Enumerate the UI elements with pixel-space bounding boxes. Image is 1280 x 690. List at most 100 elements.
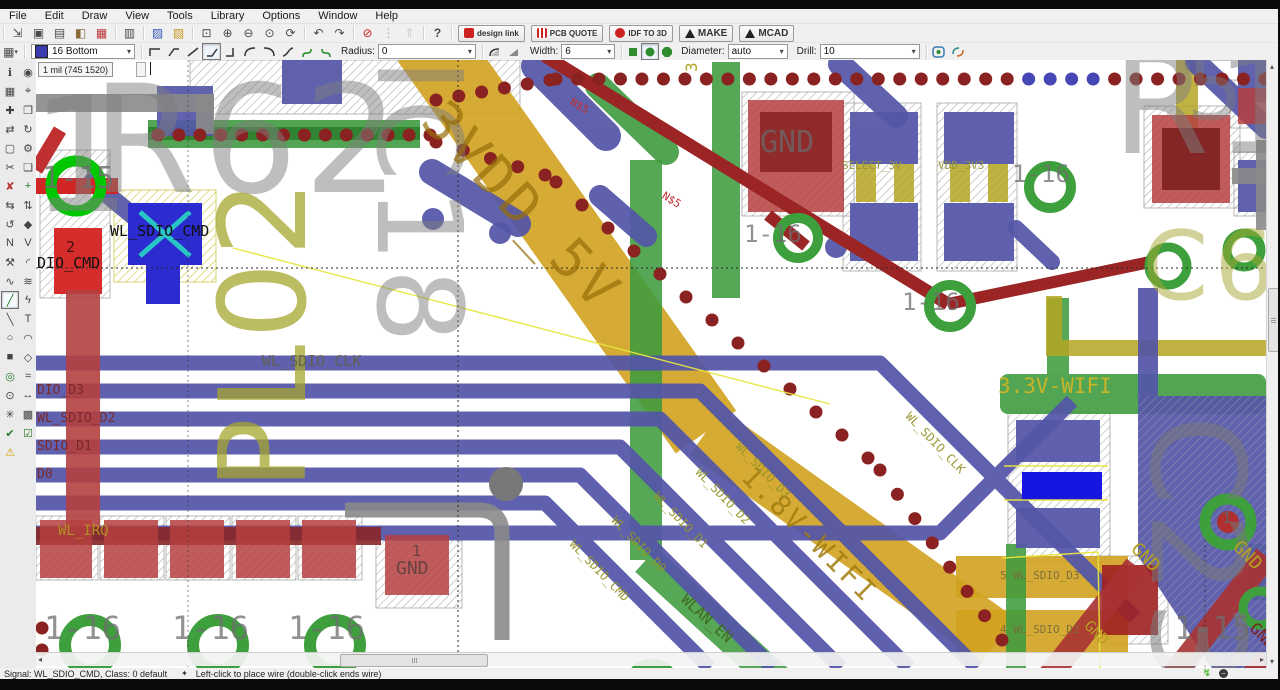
undo-icon[interactable]: ↶ (308, 24, 329, 42)
wire-tool[interactable]: ╲ (1, 310, 19, 328)
mcad-button[interactable]: MCAD (739, 24, 795, 42)
switch-sheet-icon[interactable]: ▧ (168, 24, 189, 42)
drc-ok-icon[interactable]: ↯ (1203, 668, 1211, 679)
zoom-fit-icon[interactable]: ⊡ (196, 24, 217, 42)
cam-processor-icon[interactable]: ◧ (70, 24, 91, 42)
run-ulp-icon[interactable]: ⇑ (399, 24, 420, 42)
board-canvas[interactable]: 1 R62 IC18 PL02 R10 5 C23 C6 WL_SDIO_CMD… (36, 60, 1266, 668)
miter-tool[interactable]: ◜ (19, 253, 37, 271)
menu-file[interactable]: File (0, 10, 36, 22)
print-icon[interactable]: ▤ (49, 24, 70, 42)
menu-options[interactable]: Options (253, 10, 309, 22)
gateswap-tool[interactable]: ⇅ (19, 196, 37, 214)
idf-to-3d-button[interactable]: IDF TO 3D (609, 24, 673, 42)
selected-wire-segment[interactable] (1022, 472, 1102, 500)
drill-input[interactable]: 10 ▾ (819, 44, 920, 59)
command-line-caret[interactable] (150, 62, 151, 75)
display-layers-tool[interactable]: ▦ (1, 82, 19, 100)
replace-tool[interactable]: ↺ (1, 215, 19, 233)
bend-style-freehand2-icon[interactable] (316, 43, 335, 60)
value-tool[interactable]: V (19, 234, 37, 252)
width-input[interactable]: 6 ▾ (561, 44, 616, 59)
bend-style-45-start-icon[interactable] (164, 43, 183, 60)
change-tool[interactable]: ⚙ (19, 139, 37, 157)
autorouter-tool[interactable]: ▩ (19, 405, 37, 423)
group-tool[interactable]: ▢ (1, 139, 19, 157)
horizontal-scrollbar[interactable]: ◂ ▸ (36, 652, 1266, 667)
show-tool[interactable]: ◉ (19, 63, 37, 81)
lock-tool[interactable]: ◆ (19, 215, 37, 233)
zoom-in-icon[interactable]: ⊕ (217, 24, 238, 42)
cut-tool[interactable]: ✂ (1, 158, 19, 176)
bend-style-arc-start-icon[interactable] (240, 43, 259, 60)
scroll-left-icon[interactable]: ◂ (38, 653, 42, 666)
bend-style-90-end-icon[interactable] (221, 43, 240, 60)
save-icon[interactable]: ▣ (28, 24, 49, 42)
mirror-tool[interactable]: ⇄ (1, 120, 19, 138)
horizontal-scroll-thumb[interactable] (340, 654, 488, 667)
circle-tool[interactable]: ○ (1, 329, 19, 347)
menu-tools[interactable]: Tools (158, 10, 202, 22)
hole-tool[interactable]: ⊙ (1, 386, 19, 404)
refresh-icon[interactable] (949, 43, 968, 60)
delete-tool[interactable]: ✘ (1, 177, 19, 195)
rotate-tool[interactable]: ↻ (19, 120, 37, 138)
diameter-input[interactable]: auto ▾ (727, 44, 788, 59)
menu-library[interactable]: Library (202, 10, 254, 22)
pcb-quote-button[interactable]: PCB QUOTE (530, 24, 604, 42)
copy-tool[interactable]: ❐ (19, 101, 37, 119)
split-tool[interactable]: ∿ (1, 272, 19, 290)
menu-edit[interactable]: Edit (36, 10, 73, 22)
via-shape-square-icon[interactable] (625, 44, 641, 59)
miter-round-icon[interactable] (486, 43, 505, 60)
drill-icon[interactable]: ▦ (91, 24, 112, 42)
layer-select[interactable]: 16 Bottom ▾ (31, 44, 135, 59)
switch-board-icon[interactable]: ▨ (147, 24, 168, 42)
design-link-button[interactable]: design link (458, 24, 525, 42)
via-shape-round-icon[interactable] (641, 43, 660, 60)
text-tool[interactable]: T (19, 310, 37, 328)
zoom-redraw-icon[interactable]: ⟳ (280, 24, 301, 42)
erc-tool[interactable]: ✔ (1, 424, 19, 442)
menu-help[interactable]: Help (366, 10, 407, 22)
polygon-tool[interactable]: ◇ (19, 348, 37, 366)
signal-tool[interactable]: ≈ (19, 367, 37, 385)
help-icon[interactable]: ? (427, 24, 448, 42)
open-icon[interactable]: ⇲ (7, 24, 28, 42)
pinswap-tool[interactable]: ⇆ (1, 196, 19, 214)
zoom-out-icon[interactable]: ⊖ (238, 24, 259, 42)
name-tool[interactable]: N (1, 234, 19, 252)
mark-tool[interactable]: ⌖ (19, 82, 37, 100)
drc-tool[interactable]: ☑ (19, 424, 37, 442)
bend-style-arc-end-icon[interactable] (259, 43, 278, 60)
radius-input[interactable]: 0 ▾ (377, 44, 476, 59)
dimension-tool[interactable]: ↔ (19, 386, 37, 404)
optimize-tool[interactable]: ≋ (19, 272, 37, 290)
bend-style-freehand-icon[interactable] (297, 43, 316, 60)
library-icon[interactable]: ▥ (119, 24, 140, 42)
zoom-select-icon[interactable]: ⊙ (259, 24, 280, 42)
add-tool[interactable]: + (19, 177, 37, 195)
smash-tool[interactable]: ⚒ (1, 253, 19, 271)
bend-style-90-start-icon[interactable] (145, 43, 164, 60)
rect-tool[interactable]: ■ (1, 348, 19, 366)
paste-tool[interactable]: ❏ (19, 158, 37, 176)
via-shape-octagon-icon[interactable] (659, 44, 675, 59)
info-tool[interactable]: ℹ (1, 63, 19, 81)
scroll-right-icon[interactable]: ▸ (1260, 653, 1264, 666)
stop-status-icon[interactable]: – (1219, 669, 1228, 678)
route-tool[interactable]: ╱ (1, 291, 19, 309)
bend-style-s-icon[interactable] (278, 43, 297, 60)
scroll-up-icon[interactable]: ▴ (1270, 60, 1274, 73)
via-tool[interactable]: ◎ (1, 367, 19, 385)
menu-window[interactable]: Window (309, 10, 366, 22)
repeat-icon[interactable] (930, 43, 949, 60)
go-icon[interactable]: ⋮ (378, 24, 399, 42)
errors-tool[interactable]: ⚠ (1, 443, 19, 461)
miter-straight-icon[interactable] (505, 43, 524, 60)
bend-style-45-end-icon[interactable] (202, 43, 221, 60)
bend-style-diagonal-icon[interactable] (183, 43, 202, 60)
grid-icon[interactable]: ▦ ▾ (0, 43, 21, 61)
make-button[interactable]: MAKE (678, 24, 734, 42)
menu-view[interactable]: View (116, 10, 158, 22)
